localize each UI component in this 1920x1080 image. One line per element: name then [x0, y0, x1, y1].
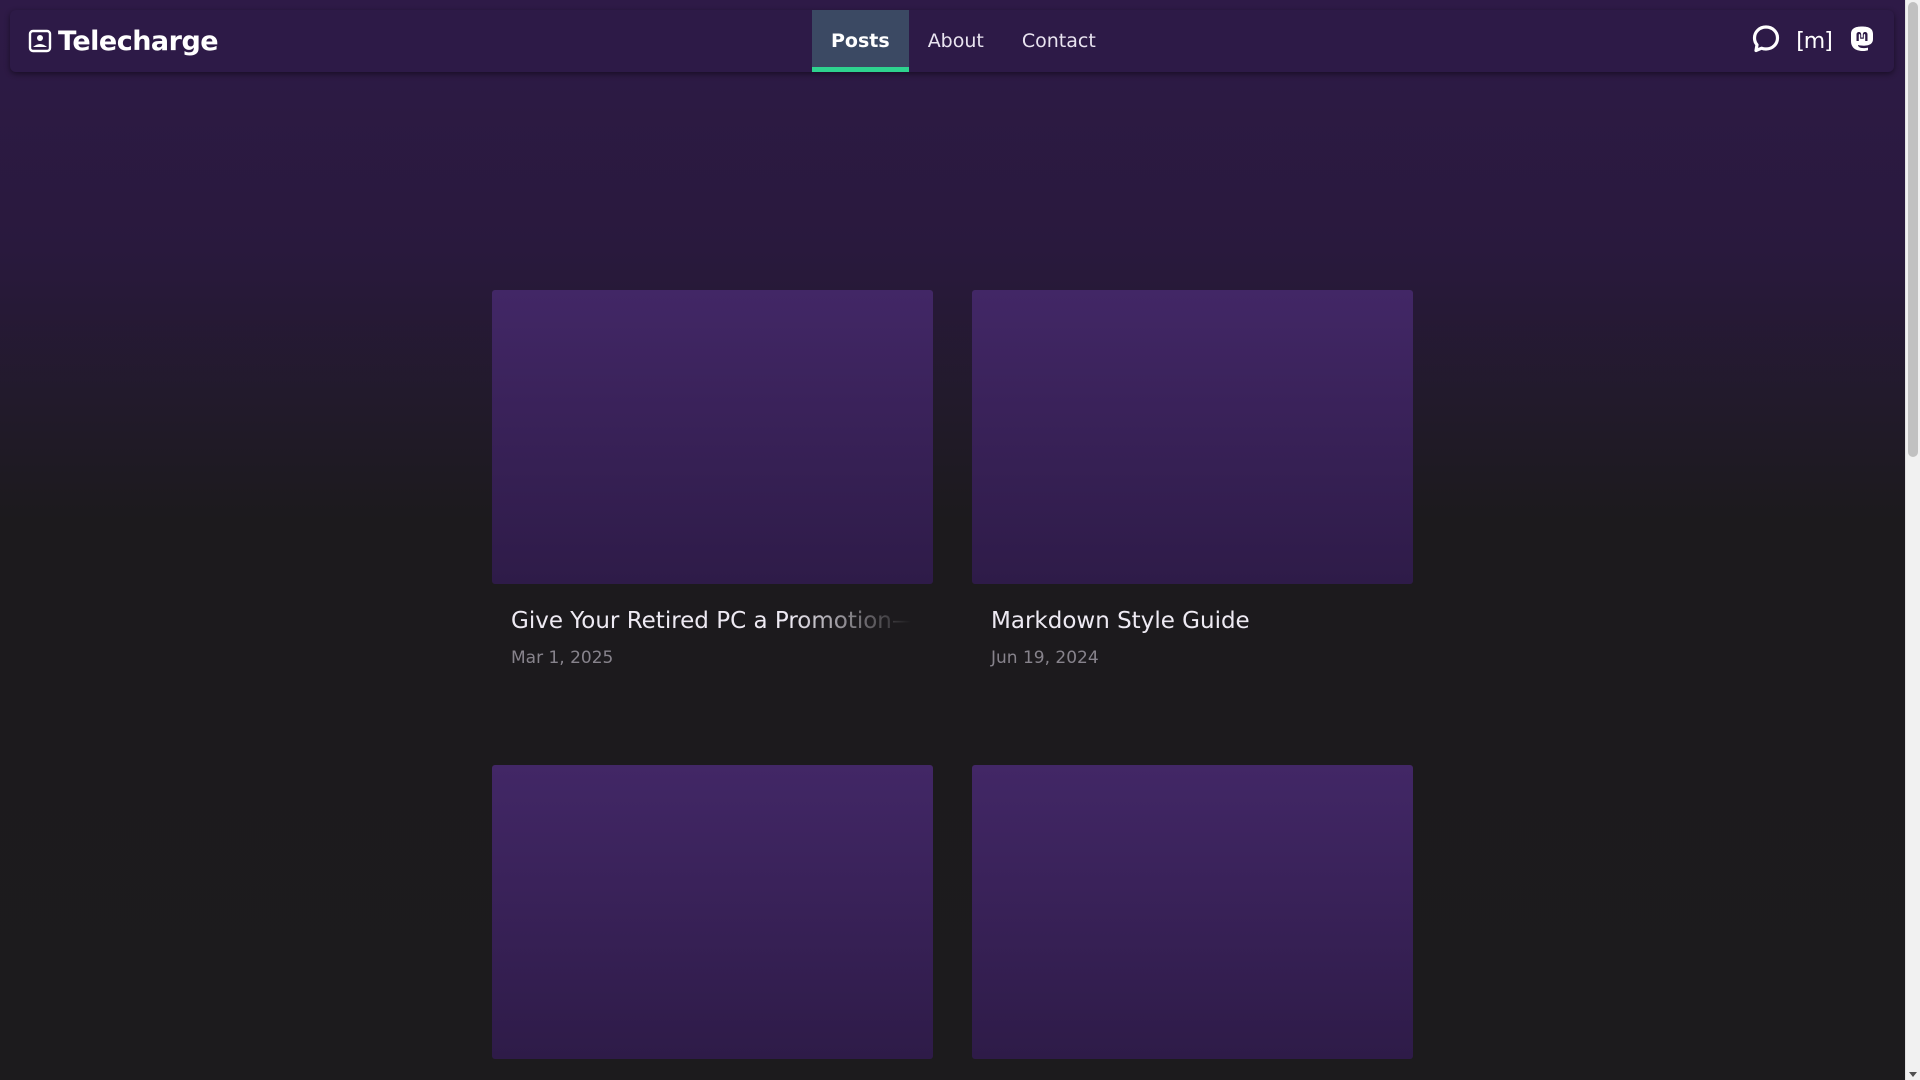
- post-card[interactable]: [492, 765, 933, 1059]
- chat-bubble-icon: [1751, 24, 1781, 58]
- post-card[interactable]: Markdown Style Guide Jun 19, 2024: [972, 290, 1413, 668]
- post-thumbnail: [972, 290, 1413, 584]
- nav-link-posts[interactable]: Posts: [812, 10, 909, 72]
- top-navbar: Telecharge Posts About Contact [m]: [10, 10, 1894, 72]
- social-links: [m]: [1742, 10, 1886, 72]
- nav-link-about[interactable]: About: [909, 10, 1003, 72]
- post-thumbnail: [492, 290, 933, 584]
- matrix-link[interactable]: [m]: [1790, 17, 1838, 65]
- mastodon-link[interactable]: [1838, 17, 1886, 65]
- post-title: Give Your Retired PC a Promotion—: [511, 608, 911, 634]
- main-nav: Posts About Contact: [812, 10, 1115, 72]
- mastodon-icon: [1847, 24, 1877, 58]
- brand-name: Telecharge: [58, 25, 219, 57]
- nav-link-contact[interactable]: Contact: [1003, 10, 1115, 72]
- post-card[interactable]: [972, 765, 1413, 1059]
- post-date: Mar 1, 2025: [511, 648, 614, 668]
- brand-logo-link[interactable]: Telecharge: [28, 10, 219, 72]
- vertical-scrollbar[interactable]: [1905, 0, 1920, 1080]
- photo-frame-icon: [28, 29, 52, 53]
- post-title: Markdown Style Guide: [991, 608, 1250, 634]
- post-date: Jun 19, 2024: [991, 648, 1099, 668]
- scroll-down-arrow-icon[interactable]: [1909, 1072, 1917, 1077]
- chat-link[interactable]: [1742, 17, 1790, 65]
- post-card[interactable]: Give Your Retired PC a Promotion— Mar 1,…: [492, 290, 933, 668]
- post-thumbnail: [492, 765, 933, 1059]
- post-thumbnail: [972, 765, 1413, 1059]
- matrix-icon: [m]: [1796, 28, 1833, 54]
- scrollbar-thumb[interactable]: [1908, 2, 1918, 457]
